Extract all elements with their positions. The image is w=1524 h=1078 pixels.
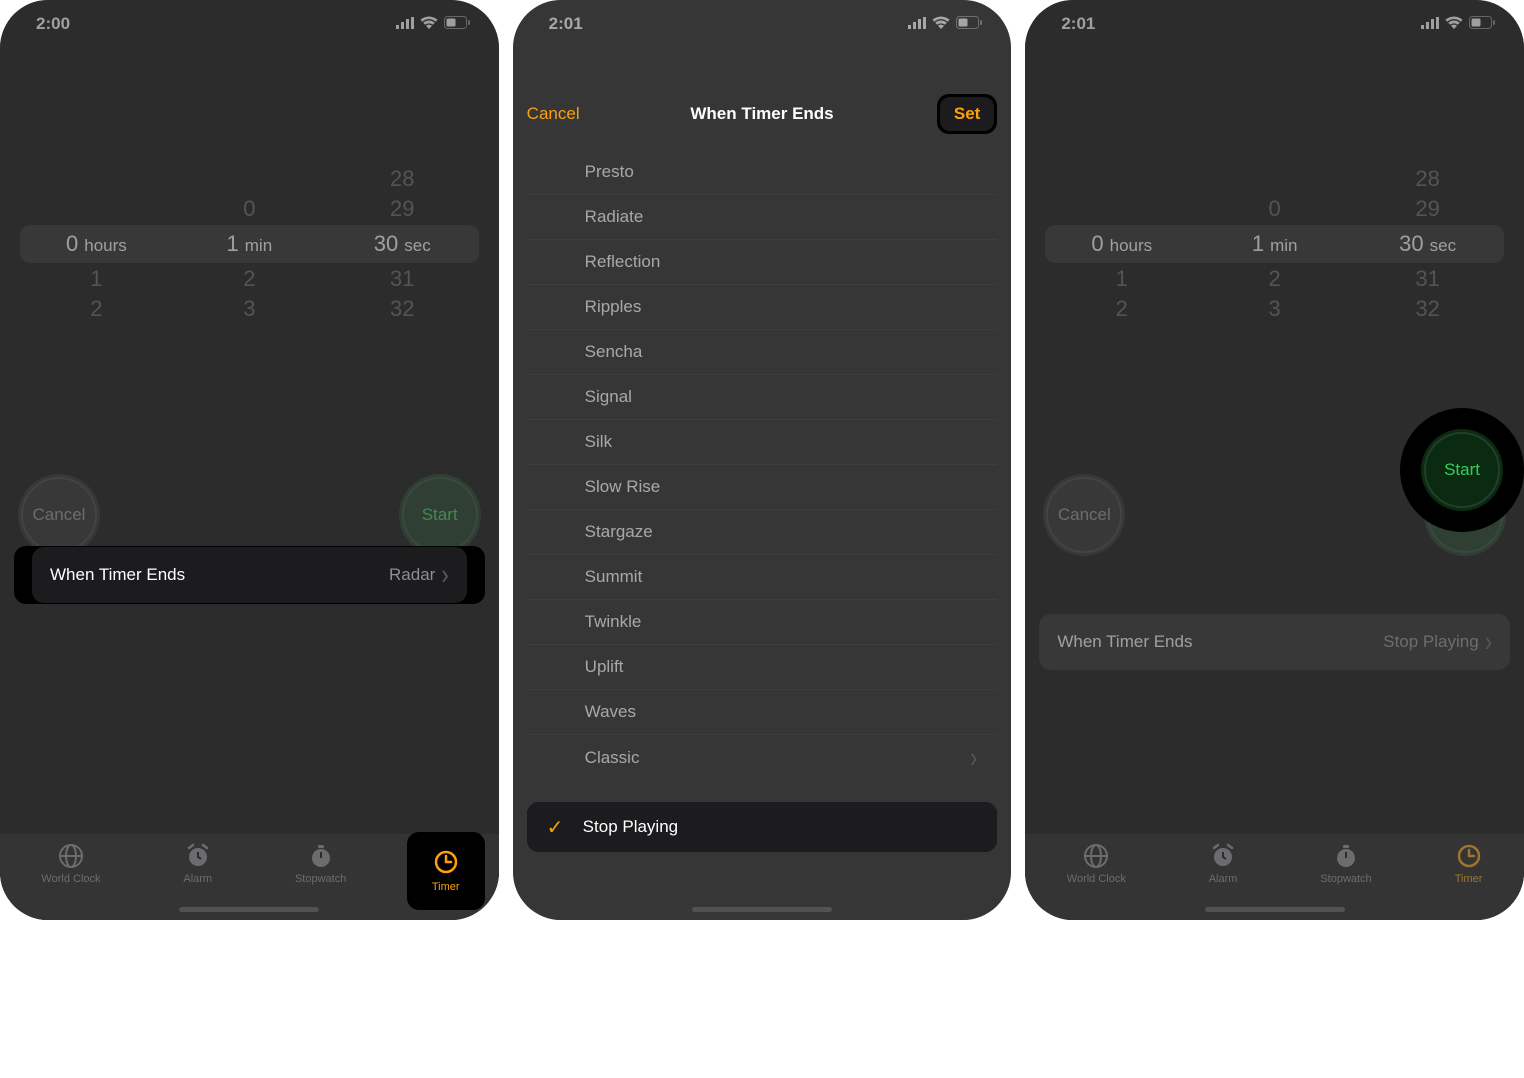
- battery-icon: [956, 14, 983, 34]
- checkmark-icon: ✓: [547, 815, 575, 840]
- when-timer-ends-value: Radar: [389, 565, 435, 585]
- alarm-icon: [1209, 842, 1237, 870]
- tab-world-clock[interactable]: World Clock: [41, 842, 100, 885]
- when-timer-ends-label: When Timer Ends: [1057, 632, 1192, 652]
- status-indicators: [1421, 14, 1496, 34]
- chevron-right-icon: ›: [1485, 625, 1492, 659]
- screenshot-2: 2:01 Cancel When Timer Ends Set Presto R…: [513, 0, 1012, 920]
- when-timer-ends-row[interactable]: When Timer Ends Radar ›: [32, 547, 467, 603]
- sound-item[interactable]: Sencha: [527, 330, 998, 375]
- screenshot-3: 2:01 0hours 1 2 0 1min 2 3: [1025, 0, 1524, 920]
- home-indicator[interactable]: [1205, 907, 1345, 912]
- status-time: 2:01: [549, 14, 583, 34]
- home-indicator[interactable]: [179, 907, 319, 912]
- stopwatch-icon: [1332, 842, 1360, 870]
- status-bar: 2:00: [0, 0, 499, 40]
- cancel-button[interactable]: Cancel: [18, 474, 100, 556]
- wifi-icon: [1445, 14, 1463, 34]
- signal-icon: [908, 14, 926, 34]
- sound-item[interactable]: Summit: [527, 555, 998, 600]
- tab-timer[interactable]: Timer: [1455, 842, 1483, 885]
- alarm-icon: [184, 842, 212, 870]
- picker-hours-col[interactable]: 0hours 1 2: [1045, 144, 1198, 344]
- timer-picker[interactable]: 0hours 1 2 0 1min 2 3 28 29 30sec 31 32: [1025, 144, 1524, 344]
- when-timer-ends-row[interactable]: When Timer Ends Stop Playing ›: [1039, 614, 1510, 670]
- battery-icon: [444, 14, 471, 34]
- stop-playing-row[interactable]: ✓ Stop Playing: [527, 802, 998, 852]
- sound-item-classic[interactable]: Classic ›: [527, 735, 998, 780]
- sound-item[interactable]: Slow Rise: [527, 465, 998, 510]
- sound-item[interactable]: Silk: [527, 420, 998, 465]
- chevron-right-icon: ›: [441, 558, 448, 592]
- sound-item[interactable]: Radiate: [527, 195, 998, 240]
- tab-stopwatch[interactable]: Stopwatch: [295, 842, 346, 885]
- sheet-cancel-button[interactable]: Cancel: [527, 104, 580, 124]
- globe-icon: [57, 842, 85, 870]
- when-timer-ends-value: Stop Playing: [1383, 632, 1478, 652]
- signal-icon: [396, 14, 414, 34]
- when-timer-ends-label: When Timer Ends: [50, 565, 185, 585]
- stop-playing-label: Stop Playing: [583, 817, 678, 837]
- tab-stopwatch[interactable]: Stopwatch: [1320, 842, 1371, 885]
- sound-list[interactable]: Presto Radiate Reflection Ripples Sencha…: [527, 144, 998, 786]
- status-indicators: [396, 14, 471, 34]
- status-time: 2:00: [36, 14, 70, 34]
- cancel-button[interactable]: Cancel: [1043, 474, 1125, 556]
- sound-item[interactable]: Stargaze: [527, 510, 998, 555]
- status-bar: 2:01: [513, 0, 1012, 40]
- tab-world-clock[interactable]: World Clock: [1067, 842, 1126, 885]
- signal-icon: [1421, 14, 1439, 34]
- wifi-icon: [420, 14, 438, 34]
- picker-mins-col[interactable]: 0 1min 2 3: [173, 144, 326, 344]
- sound-item[interactable]: Ripples: [527, 285, 998, 330]
- picker-mins-col[interactable]: 0 1min 2 3: [1198, 144, 1351, 344]
- timer-icon: [1455, 842, 1483, 870]
- start-button[interactable]: Start: [1421, 429, 1503, 511]
- sound-item[interactable]: Reflection: [527, 240, 998, 285]
- timer-picker[interactable]: 0hours 1 2 0 1min 2 3 28 29 30sec 31 32: [0, 144, 499, 344]
- tab-alarm[interactable]: Alarm: [1209, 842, 1238, 885]
- status-time: 2:01: [1061, 14, 1095, 34]
- wifi-icon: [932, 14, 950, 34]
- sound-item[interactable]: Uplift: [527, 645, 998, 690]
- picker-hours-col[interactable]: 0hours 1 2: [20, 144, 173, 344]
- timer-icon: [433, 849, 459, 878]
- tab-alarm[interactable]: Alarm: [183, 842, 212, 885]
- battery-icon: [1469, 14, 1496, 34]
- start-button[interactable]: Start: [399, 474, 481, 556]
- globe-icon: [1082, 842, 1110, 870]
- sheet-set-button[interactable]: Set: [940, 97, 994, 131]
- picker-secs-col[interactable]: 28 29 30sec 31 32: [1351, 144, 1504, 344]
- home-indicator[interactable]: [692, 907, 832, 912]
- screenshot-1: 2:00 0hours 1 2 0 1min 2 3: [0, 0, 499, 920]
- status-bar: 2:01: [1025, 0, 1524, 40]
- stopwatch-icon: [307, 842, 335, 870]
- sound-item[interactable]: Presto: [527, 150, 998, 195]
- sound-item[interactable]: Twinkle: [527, 600, 998, 645]
- chevron-right-icon: ›: [970, 741, 977, 775]
- sound-item[interactable]: Waves: [527, 690, 998, 735]
- status-indicators: [908, 14, 983, 34]
- sound-item[interactable]: Signal: [527, 375, 998, 420]
- picker-secs-col[interactable]: 28 29 30sec 31 32: [326, 144, 479, 344]
